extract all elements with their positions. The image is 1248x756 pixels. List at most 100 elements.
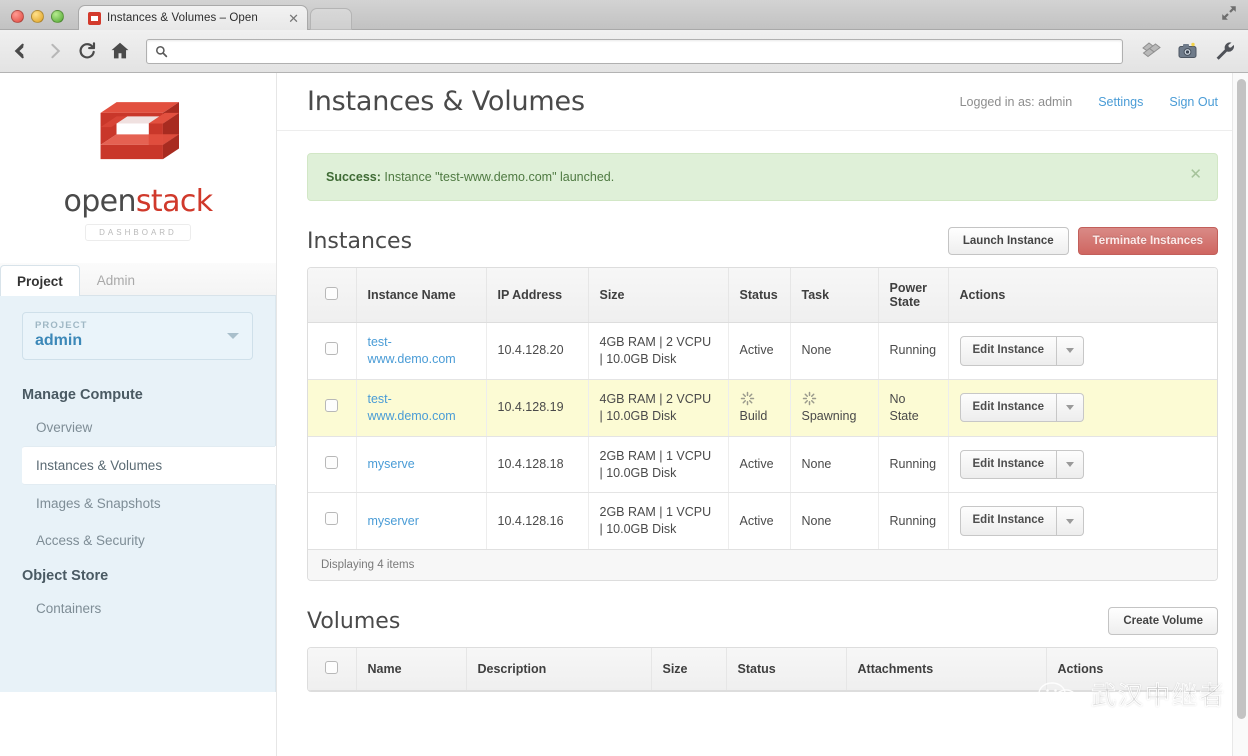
cell-power-state: No State <box>878 379 949 437</box>
instances-table: Instance Name IP Address Size Status Tas… <box>307 267 1218 582</box>
nav-group-object-store: Object Store <box>22 568 109 584</box>
cell-task: None <box>790 492 879 550</box>
instances-section-header: Instances Launch Instance Terminate Inst… <box>307 227 1218 255</box>
edit-instance-button[interactable]: Edit Instance <box>959 506 1058 536</box>
select-all-checkbox[interactable] <box>325 287 339 300</box>
chevron-down-icon <box>1066 348 1075 354</box>
cell-ip-address: 10.4.128.19 <box>486 379 589 437</box>
actions-dropdown-toggle[interactable] <box>1057 392 1085 423</box>
header-ip-address: IP Address <box>486 268 589 323</box>
actions-dropdown-toggle[interactable] <box>1057 336 1085 366</box>
volumes-table: Name Description Size Status Attachments… <box>307 647 1218 693</box>
tab-close-icon[interactable]: ✕ <box>286 12 301 25</box>
actions-dropdown-toggle[interactable] <box>1057 506 1085 536</box>
edit-instance-split-button[interactable]: Edit Instance <box>959 449 1085 480</box>
settings-link[interactable]: Settings <box>1098 95 1143 109</box>
browser-tab[interactable]: Instances & Volumes – Open ✕ <box>78 5 308 30</box>
sidebar-item-access-security[interactable]: Access & Security <box>0 522 275 559</box>
edit-instance-button[interactable]: Edit Instance <box>959 392 1058 423</box>
cell-size: 4GB RAM | 2 VCPU | 10.0GB Disk <box>588 322 729 380</box>
back-icon[interactable] <box>10 40 32 62</box>
sidebar-item-images-snapshots[interactable]: Images & Snapshots <box>0 485 275 522</box>
window-controls <box>0 10 64 29</box>
header-volume-size: Size <box>651 648 727 692</box>
cell-status: Active <box>728 322 791 380</box>
sidebar-item-instances-volumes[interactable]: Instances & Volumes <box>22 446 275 485</box>
row-select-cell <box>308 322 357 380</box>
status-text: Build <box>739 408 768 423</box>
table-row: test-www.demo.com 10.4.128.20 4GB RAM | … <box>308 322 1217 380</box>
maximize-window-button[interactable] <box>51 10 64 23</box>
forward-icon[interactable] <box>43 40 65 62</box>
home-icon[interactable] <box>109 40 131 62</box>
edit-instance-button[interactable]: Edit Instance <box>959 449 1058 480</box>
instance-name-link[interactable]: myserver <box>368 514 419 528</box>
alert-close-icon[interactable]: ✕ <box>1189 167 1202 182</box>
terminate-instances-button[interactable]: Terminate Instances <box>1077 227 1218 255</box>
header-volume-name: Name <box>356 648 467 692</box>
header-actions: Actions <box>948 268 1217 323</box>
wrench-icon[interactable] <box>1212 39 1238 63</box>
row-checkbox[interactable] <box>325 455 339 469</box>
edit-instance-button[interactable]: Edit Instance <box>959 336 1058 366</box>
sign-out-link[interactable]: Sign Out <box>1169 95 1218 109</box>
instances-body: test-www.demo.com 10.4.128.20 4GB RAM | … <box>308 322 1217 550</box>
extension-icon[interactable] <box>1138 39 1164 63</box>
edit-instance-split-button[interactable]: Edit Instance <box>959 336 1085 366</box>
row-select-cell <box>308 436 357 494</box>
close-window-button[interactable] <box>11 10 24 23</box>
favicon-icon <box>88 11 101 25</box>
camera-icon[interactable] <box>1175 39 1201 63</box>
cell-task: None <box>790 322 879 380</box>
fullscreen-icon[interactable] <box>1220 4 1238 22</box>
cell-ip-address: 10.4.128.16 <box>486 492 589 550</box>
cell-power-state: Running <box>878 492 949 550</box>
brand-logo: openstack DASHBOARD <box>0 73 276 253</box>
launch-instance-button[interactable]: Launch Instance <box>947 227 1069 255</box>
minimize-window-button[interactable] <box>31 10 44 23</box>
header-volume-status: Status <box>726 648 847 692</box>
actions-dropdown-toggle[interactable] <box>1057 449 1085 480</box>
volumes-toolbar: Create Volume <box>1108 607 1218 636</box>
create-volume-button[interactable]: Create Volume <box>1108 607 1218 636</box>
cell-size: 4GB RAM | 2 VCPU | 10.0GB Disk <box>588 379 729 437</box>
url-input[interactable] <box>175 44 1114 58</box>
success-alert: Success: Instance "test-www.demo.com" la… <box>307 153 1218 201</box>
project-selector[interactable]: PROJECT admin <box>22 312 253 360</box>
table-row: test-www.demo.com 10.4.128.19 4GB RAM | … <box>308 379 1217 437</box>
tab-admin[interactable]: Admin <box>80 264 152 295</box>
instance-name-link[interactable]: myserve <box>368 457 415 471</box>
cell-instance-name: myserve <box>356 436 487 494</box>
cell-ip-address: 10.4.128.18 <box>486 436 589 494</box>
page-viewport: openstack DASHBOARD Project Admin PROJEC… <box>0 73 1248 756</box>
alert-message: Instance "test-www.demo.com" launched. <box>384 170 615 184</box>
page-header: Instances & Volumes Logged in as: admin … <box>277 73 1248 131</box>
row-checkbox[interactable] <box>325 512 339 526</box>
address-bar[interactable] <box>146 38 1123 64</box>
row-checkbox[interactable] <box>325 398 339 412</box>
row-checkbox[interactable] <box>325 341 339 355</box>
cell-actions: Edit Instance <box>948 379 1217 437</box>
scrollbar-thumb[interactable] <box>1237 79 1246 719</box>
edit-instance-split-button[interactable]: Edit Instance <box>959 392 1085 423</box>
sidebar-nav: PROJECT admin Manage Compute Overview In… <box>0 296 276 692</box>
header-volume-actions: Actions <box>1046 648 1217 692</box>
cell-status: Active <box>728 492 791 550</box>
sidebar-item-containers[interactable]: Containers <box>0 590 275 627</box>
vertical-scrollbar[interactable] <box>1232 73 1248 756</box>
tab-project[interactable]: Project <box>0 265 80 296</box>
cell-task: None <box>790 436 879 494</box>
edit-instance-split-button[interactable]: Edit Instance <box>959 506 1085 536</box>
new-tab-button[interactable] <box>310 8 352 30</box>
instance-name-link[interactable]: test-www.demo.com <box>368 392 456 423</box>
volumes-header-row: Name Description Size Status Attachments… <box>308 648 1217 692</box>
volumes-title: Volumes <box>307 608 401 634</box>
reload-icon[interactable] <box>76 40 98 62</box>
select-all-checkbox[interactable] <box>325 661 339 675</box>
scope-tabs: Project Admin <box>0 263 276 296</box>
brand-stack-text: stack <box>135 184 213 219</box>
sidebar-item-overview[interactable]: Overview <box>0 409 275 446</box>
chevron-down-icon <box>1066 405 1075 411</box>
instance-name-link[interactable]: test-www.demo.com <box>368 335 456 366</box>
cell-instance-name: myserver <box>356 492 487 550</box>
